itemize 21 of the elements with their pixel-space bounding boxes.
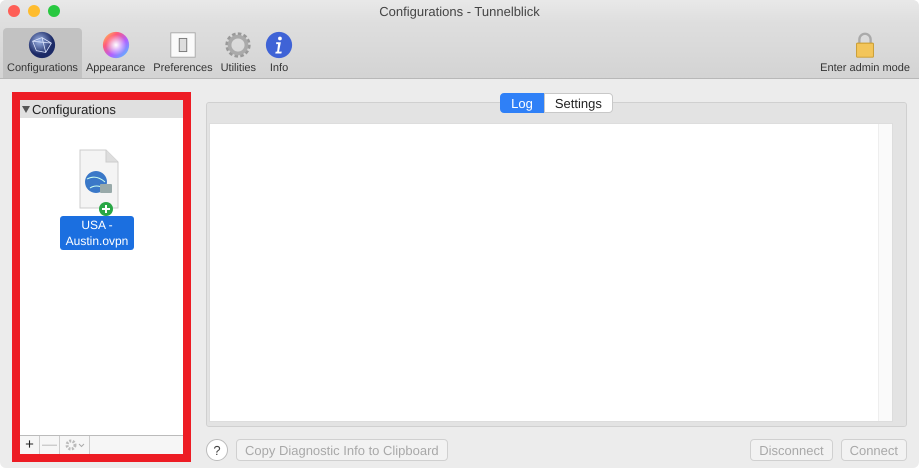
minimize-button[interactable]	[28, 5, 40, 17]
info-icon	[264, 30, 294, 60]
config-name[interactable]: USA - Austin.ovpn	[60, 216, 134, 250]
segment-tab[interactable]: Settings	[544, 93, 613, 113]
toolbar-tab[interactable]: Configurations	[3, 28, 82, 78]
toolbar-tab[interactable]: Appearance	[82, 28, 150, 78]
toolbar-tab[interactable]: Utilities	[216, 28, 260, 78]
close-button[interactable]	[8, 5, 20, 17]
window-title: Configurations - Tunnelblick	[379, 4, 540, 18]
zoom-button[interactable]	[48, 5, 60, 17]
gear-icon	[223, 30, 254, 60]
disclosure-triangle-icon	[22, 106, 30, 112]
globe-icon	[27, 30, 58, 60]
help-button[interactable]: ?	[206, 439, 228, 461]
switch-icon	[168, 30, 198, 60]
admin-mode-button[interactable]: Enter admin mode	[816, 28, 916, 78]
color-wheel-icon	[100, 30, 131, 60]
segment-tab[interactable]: Log	[500, 93, 544, 113]
toolbar-tab[interactable]: Info	[260, 28, 298, 78]
toolbar-tab[interactable]: Preferences	[149, 28, 217, 78]
list-header[interactable]: Configurations	[20, 100, 183, 118]
